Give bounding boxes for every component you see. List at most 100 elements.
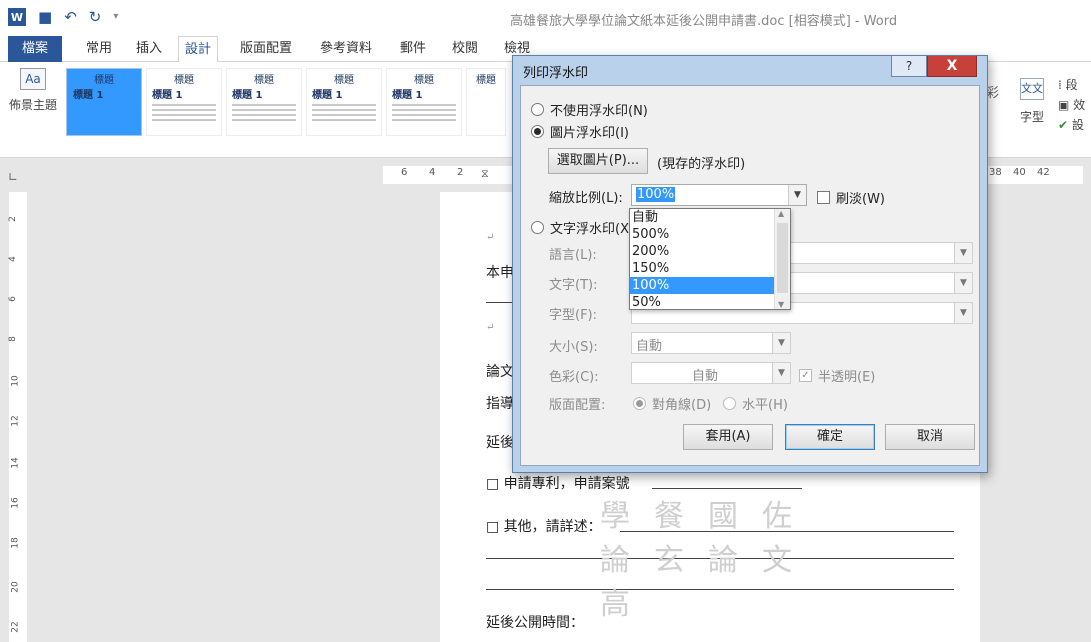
scale-label: 縮放比例(L): — [549, 187, 623, 206]
dropdown-option[interactable]: 50% — [630, 294, 774, 311]
color-label-text: 色彩(C): — [549, 370, 599, 385]
fonts-label: 字型 — [1020, 110, 1045, 124]
tab-references[interactable]: 參考資料 — [320, 36, 372, 62]
colors-label: 彩 — [986, 86, 1000, 101]
dropdown-option[interactable]: 150% — [630, 260, 774, 277]
washout-label: 刷淡(W) — [836, 192, 885, 207]
picture-watermark-label: 圖片浮水印(I) — [550, 126, 629, 141]
tab-file[interactable]: 檔案 — [8, 36, 62, 62]
undo-icon[interactable]: ↶ — [64, 8, 77, 26]
style-gallery-item[interactable]: 標題 標題 1 — [306, 68, 382, 136]
tab-selector-icon[interactable]: ∟ — [8, 170, 18, 184]
layout-label: 版面配置: — [549, 394, 605, 413]
size-label: 大小(S): — [549, 336, 598, 355]
scale-dropdown-list[interactable]: 自動 500% 200% 150% 100% 50% ▲ ▼ — [629, 208, 791, 310]
diagonal-label: 對角線(D) — [652, 398, 712, 413]
doc-patent-line: □ 申請專利，申請案號 — [486, 476, 630, 492]
dropdown-option-selected[interactable]: 100% — [630, 277, 774, 294]
doc-line-lunwen: 論文 — [486, 364, 514, 380]
dropdown-scrollbar[interactable]: ▲ ▼ — [774, 209, 790, 309]
scroll-down-icon[interactable]: ▼ — [778, 300, 784, 309]
indent-marker-icon[interactable]: ⧖ — [481, 167, 489, 181]
no-watermark-option[interactable]: 不使用浮水印(N) — [531, 100, 648, 119]
set-default-item[interactable]: ✔ 設 — [1058, 116, 1084, 133]
effects-item[interactable]: ▣ 效 — [1058, 96, 1085, 113]
ribbon-right-group: 彩 文文 字型 ⁞ 段 ▣ 效 ✔ 設 — [986, 68, 1091, 148]
gallery-heading: 標題 1 — [392, 90, 423, 101]
horizontal-label: 水平(H) — [742, 398, 788, 413]
qat-customize-icon[interactable]: ▾ — [113, 8, 118, 26]
style-gallery-item[interactable]: 標題 標題 1 — [226, 68, 302, 136]
doc-line-ben: 本申 — [486, 265, 514, 281]
style-gallery-item[interactable]: 標題 標題 1 — [386, 68, 462, 136]
ruler-tick: 4 — [429, 167, 436, 178]
text-label-text: 文字(T): — [549, 278, 598, 293]
horizontal-option[interactable]: 水平(H) — [723, 394, 788, 413]
tab-layout[interactable]: 版面配置 — [240, 36, 292, 62]
ruler-tick: 20 — [10, 581, 21, 593]
diagonal-option[interactable]: 對角線(D) — [633, 394, 711, 413]
gallery-heading: 標題 1 — [73, 90, 104, 101]
paragraph-mark: ↵ — [486, 232, 495, 243]
select-picture-button[interactable]: 選取圖片(P)... — [548, 148, 648, 174]
ruler-tick: 6 — [401, 167, 408, 178]
close-button[interactable]: X — [927, 56, 977, 77]
doc-line-yanhou: 延後 — [486, 435, 514, 451]
dropdown-option[interactable]: 500% — [630, 226, 774, 243]
ruler-tick: 10 — [10, 375, 21, 387]
no-watermark-label: 不使用浮水印(N) — [550, 104, 648, 119]
paragraph-spacing-item[interactable]: ⁞ 段 — [1058, 76, 1078, 93]
gallery-heading: 標題 1 — [152, 90, 183, 101]
tab-review[interactable]: 校閱 — [452, 36, 478, 62]
semitransparent-checkbox[interactable]: ✓ 半透明(E) — [799, 366, 875, 385]
ruler-tick: 18 — [10, 537, 21, 549]
font-label: 字型(F): — [549, 304, 597, 323]
picture-watermark-option[interactable]: 圖片浮水印(I) — [531, 122, 629, 141]
tab-mailings[interactable]: 郵件 — [400, 36, 426, 62]
chevron-down-icon[interactable]: ▼ — [788, 185, 806, 205]
tab-design[interactable]: 設計 — [178, 36, 219, 63]
cancel-button[interactable]: 取消 — [885, 424, 975, 450]
scroll-thumb[interactable] — [777, 223, 788, 293]
scroll-up-icon[interactable]: ▲ — [778, 209, 784, 218]
save-icon[interactable]: ■ — [38, 8, 52, 26]
tab-home[interactable]: 常用 — [86, 36, 112, 62]
semitransparent-label: 半透明(E) — [818, 370, 876, 385]
apply-button[interactable]: 套用(A) — [683, 424, 773, 450]
themes-button[interactable]: Aa 佈景主題 — [6, 68, 60, 113]
dropdown-option[interactable]: 自動 — [630, 209, 774, 226]
doc-line-zhidao: 指導 — [486, 396, 514, 412]
radio-icon — [531, 103, 544, 116]
redo-icon[interactable]: ↻ — [89, 8, 102, 26]
dropdown-option[interactable]: 200% — [630, 243, 774, 260]
size-combo[interactable]: 自動 ▼ — [631, 332, 791, 354]
style-gallery-item[interactable]: 標題 標題 1 — [66, 68, 142, 136]
gallery-title: 標題 — [476, 75, 496, 86]
radio-icon — [633, 397, 646, 410]
text-label: 文字(T): — [549, 274, 597, 293]
fonts-icon[interactable]: 文文 — [1020, 78, 1044, 100]
paragraph-spacing-label: 段 — [1065, 78, 1078, 92]
scale-value: 100% — [636, 187, 676, 202]
language-label-text: 語言(L): — [549, 248, 597, 263]
style-gallery-item[interactable]: 標題 標題 1 — [146, 68, 222, 136]
doc-other-line: □ 其他，請詳述： — [486, 519, 602, 535]
chevron-down-icon: ▼ — [772, 363, 790, 383]
help-button[interactable]: ? — [891, 56, 927, 77]
gallery-heading: 標題 1 — [232, 90, 263, 101]
word-app-icon: W — [8, 8, 26, 26]
chevron-down-icon: ▼ — [772, 333, 790, 353]
text-watermark-option[interactable]: 文字浮水印(X) — [531, 218, 634, 237]
ok-button[interactable]: 確定 — [785, 424, 875, 450]
vertical-ruler[interactable]: 2 4 6 8 10 12 14 16 18 20 22 — [8, 192, 27, 642]
window-title: 高雄餐旅大學學位論文紙本延後公開申請書.doc [相容模式] - Word — [510, 14, 898, 29]
color-combo[interactable]: 自動 ▼ — [631, 362, 791, 384]
style-gallery-item[interactable]: 標題 — [466, 68, 506, 136]
ruler-tick: 22 — [10, 621, 21, 633]
chevron-down-icon: ▼ — [954, 303, 972, 323]
scale-combo[interactable]: 100% ▼ — [631, 184, 807, 206]
washout-checkbox[interactable]: 刷淡(W) — [817, 188, 885, 207]
gallery-heading: 標題 1 — [312, 90, 343, 101]
gallery-title: 標題 — [94, 75, 114, 86]
tab-insert[interactable]: 插入 — [136, 36, 162, 62]
